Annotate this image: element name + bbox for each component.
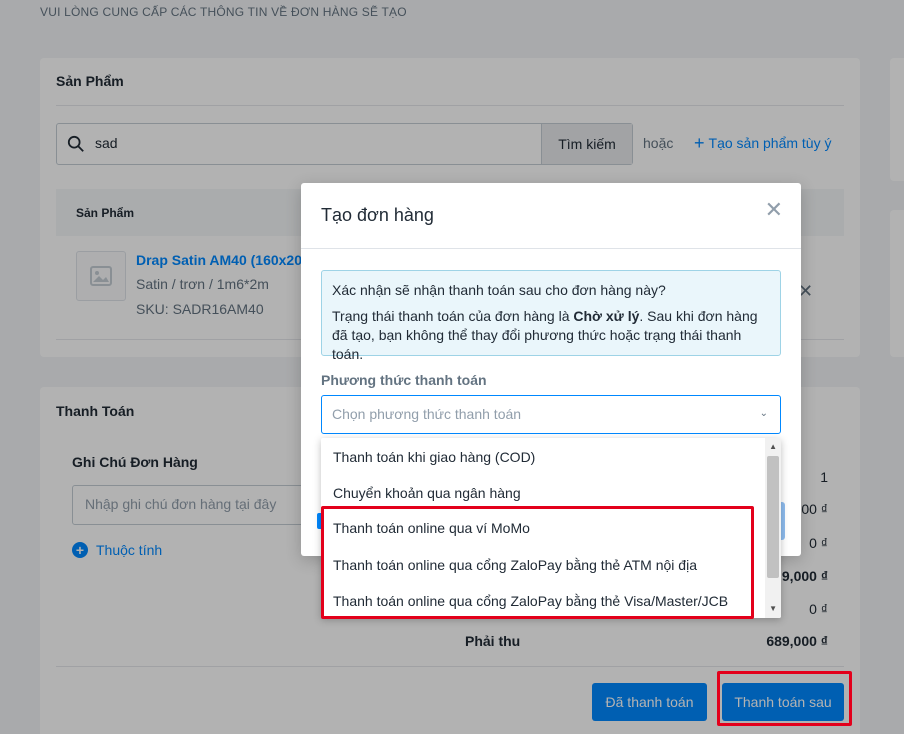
payment-method-dropdown: Thanh toán khi giao hàng (COD) Chuyển kh… (321, 438, 781, 618)
option-cod[interactable]: Thanh toán khi giao hàng (COD) (333, 449, 535, 465)
divider (301, 248, 801, 249)
modal-title: Tạo đơn hàng (321, 205, 434, 225)
scroll-up-icon[interactable]: ▲ (769, 442, 777, 451)
option-bank-transfer[interactable]: Chuyển khoản qua ngân hàng (333, 485, 521, 501)
option-momo[interactable]: Thanh toán online qua ví MoMo (333, 520, 530, 536)
scroll-down-icon[interactable]: ▼ (769, 604, 777, 613)
info-alert: Xác nhận sẽ nhận thanh toán sau cho đơn … (321, 270, 781, 362)
info-question: Xác nhận sẽ nhận thanh toán sau cho đơn … (332, 282, 666, 298)
chevron-down-icon: ⌄ (759, 408, 768, 419)
info-detail: Trạng thái thanh toán của đơn hàng là Ch… (332, 308, 758, 362)
close-icon[interactable]: ✕ (765, 199, 783, 221)
payment-method-select[interactable]: Chọn phương thức thanh toán ⌄ (321, 395, 781, 434)
scrollbar-thumb[interactable] (767, 456, 779, 578)
option-zalopay-visa[interactable]: Thanh toán online qua cổng ZaloPay bằng … (333, 593, 728, 609)
payment-method-label: Phương thức thanh toán (321, 372, 487, 388)
payment-method-placeholder: Chọn phương thức thanh toán (332, 406, 522, 422)
option-zalopay-atm[interactable]: Thanh toán online qua cổng ZaloPay bằng … (333, 557, 697, 573)
dropdown-scrollbar[interactable]: ▲ ▼ (765, 438, 781, 618)
